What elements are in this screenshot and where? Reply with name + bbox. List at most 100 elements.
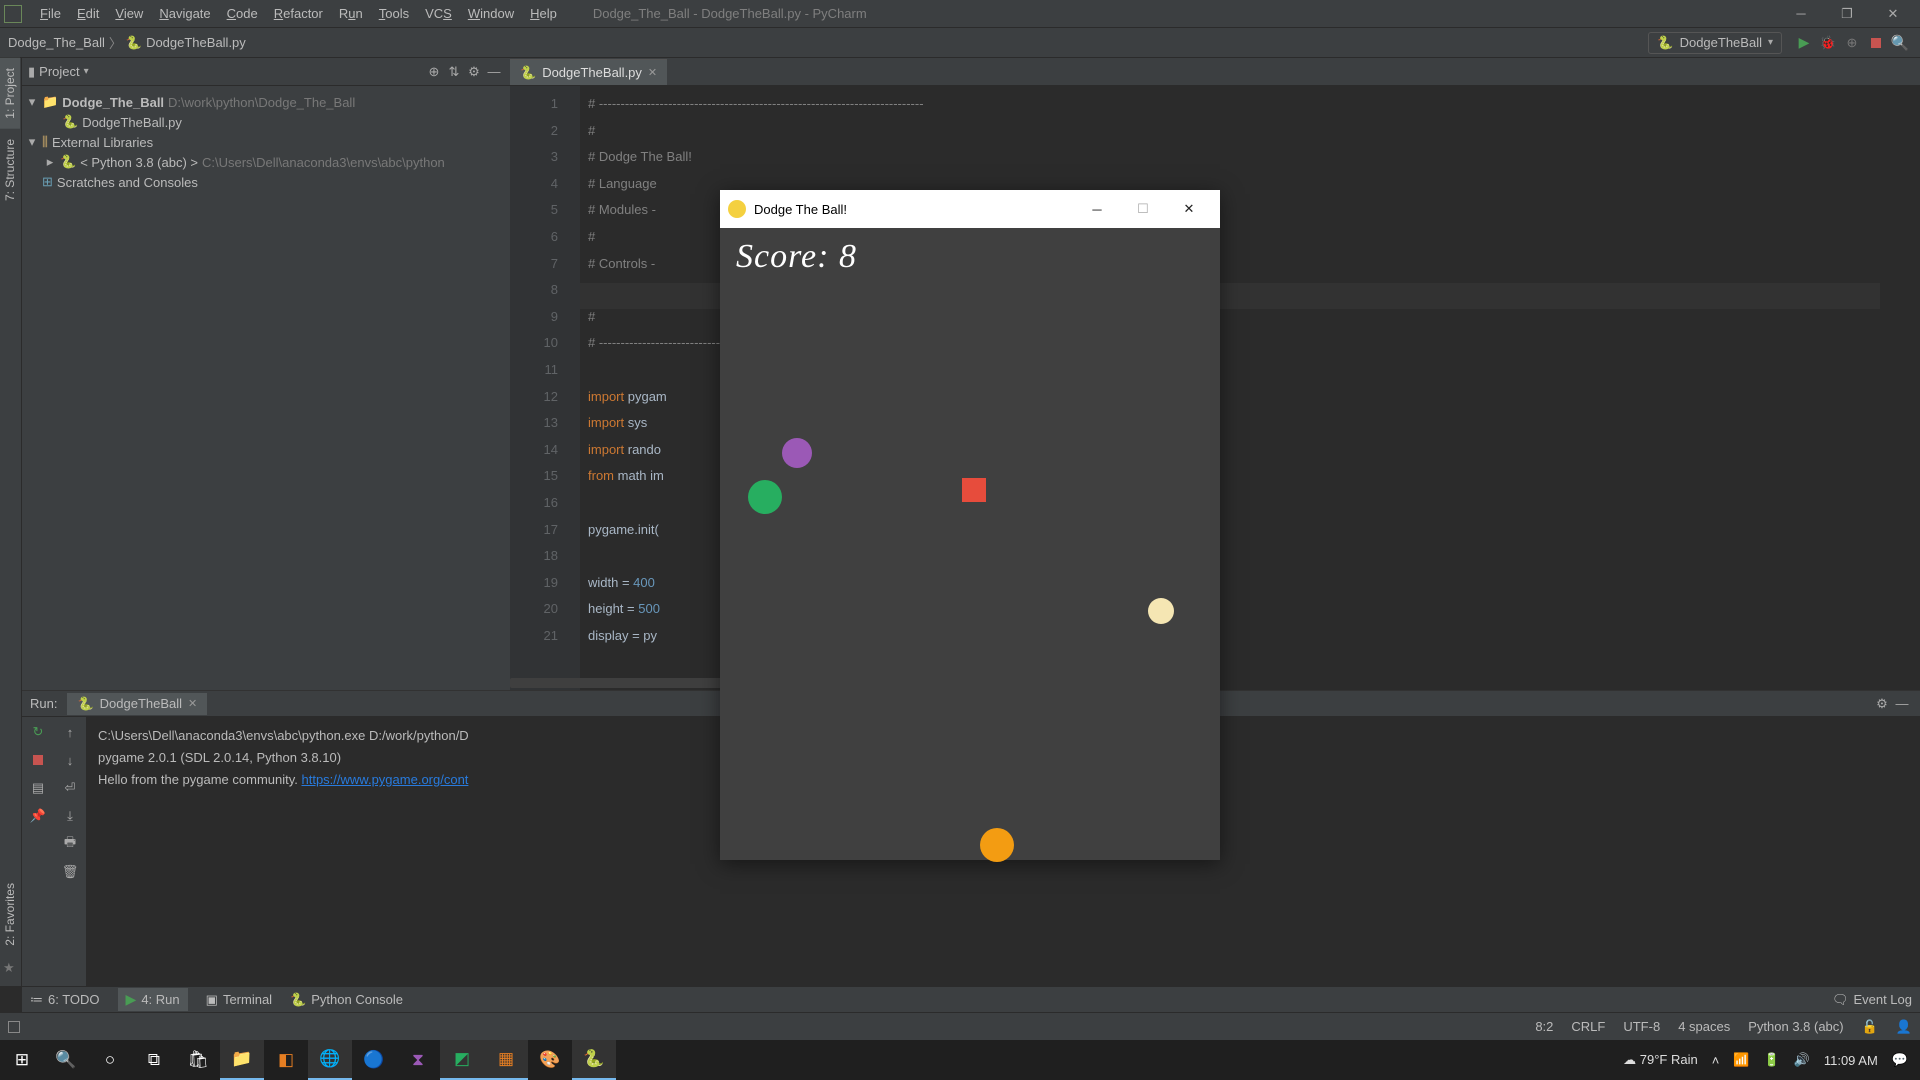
read-only-icon[interactable]: 🔓 [1862,1019,1878,1035]
scroll-to-end-icon[interactable]: ⤓ [61,807,79,825]
pygame-title-bar[interactable]: Dodge The Ball! ─ ☐ ✕ [720,190,1220,228]
menu-run[interactable]: Run [331,6,371,21]
project-panel-title[interactable]: Project [39,64,79,79]
tool-tab-favorites[interactable]: 2: Favorites [0,873,20,956]
chrome-icon[interactable]: 🌐 [308,1040,352,1080]
caret-position[interactable]: 8:2 [1535,1019,1553,1034]
soft-wrap-icon[interactable]: ⏎ [61,779,79,797]
app-icon[interactable]: ◧ [264,1040,308,1080]
task-view-icon[interactable]: ⧉ [132,1040,176,1080]
weather-widget[interactable]: ☁ 79°F Rain [1623,1052,1698,1068]
expand-all-icon[interactable]: ⇅ [444,62,464,82]
indent-setting[interactable]: 4 spaces [1678,1019,1730,1034]
debug-button[interactable]: 🐞 [1819,34,1837,52]
store-icon[interactable]: 🛍 [176,1040,220,1080]
close-icon[interactable]: ✕ [188,697,197,710]
tree-file[interactable]: 🐍 DodgeTheBall.py [26,112,506,132]
pygame-canvas[interactable]: Score: 8 [720,228,1220,860]
run-tab[interactable]: 🐍 DodgeTheBall ✕ [67,693,207,715]
menu-code[interactable]: Code [219,6,266,21]
app-icon-2[interactable]: 🎨 [528,1040,572,1080]
tree-python-env[interactable]: ▸ 🐍 < Python 3.8 (abc) > C:\Users\Dell\a… [26,152,506,172]
tab-terminal[interactable]: ▣Terminal [206,992,272,1008]
pygame-maximize-button[interactable]: ☐ [1120,190,1166,228]
stop-button[interactable] [1867,34,1885,52]
interpreter[interactable]: Python 3.8 (abc) [1748,1019,1843,1034]
line-separator[interactable]: CRLF [1571,1019,1605,1034]
tab-todo[interactable]: ≔6: TODO [30,992,100,1008]
run-with-coverage-button[interactable]: ⊕ [1843,34,1861,52]
settings-icon[interactable]: ⚙ [1872,694,1892,714]
chevron-down-icon[interactable]: ▾ [26,134,38,150]
visual-studio-icon[interactable]: ⧗ [396,1040,440,1080]
close-icon[interactable]: ✕ [648,66,657,79]
settings-icon[interactable]: ⚙ [464,62,484,82]
tray-chevron-icon[interactable]: ˄ [1712,1053,1720,1068]
menu-refactor[interactable]: Refactor [266,6,331,21]
hide-icon[interactable]: — [1892,694,1912,714]
locate-icon[interactable]: ⊕ [424,62,444,82]
menu-help[interactable]: Help [522,6,565,21]
start-button[interactable]: ⊞ [0,1040,44,1080]
hide-icon[interactable]: — [484,62,504,82]
tab-run[interactable]: ▶4: Run [118,988,188,1011]
tools-menu-icon[interactable] [8,1021,20,1033]
tab-event-log[interactable]: 🗨Event Log [1832,992,1912,1008]
window-maximize-button[interactable]: ❐ [1824,0,1870,28]
volume-icon[interactable]: 🔊 [1794,1052,1810,1068]
stop-button[interactable] [29,751,47,769]
editor-gutter[interactable]: 123456789101112131415161718192021 [510,86,566,690]
tool-tab-project[interactable]: 1: Project [0,58,20,129]
menu-tools[interactable]: Tools [371,6,417,21]
pygame-task-icon[interactable]: 🐍 [572,1040,616,1080]
run-configuration-selector[interactable]: 🐍 DodgeTheBall ▾ [1648,32,1782,54]
crumb-project[interactable]: Dodge_The_Ball [8,35,105,50]
chevron-down-icon[interactable]: ▾ [26,94,38,110]
system-tray[interactable]: ☁ 79°F Rain ˄ 📶 🔋 🔊 11:09 AM 💬 [1611,1052,1920,1068]
menu-view[interactable]: View [107,6,151,21]
menu-edit[interactable]: Edit [69,6,107,21]
crumb-file[interactable]: DodgeTheBall.py [146,35,246,50]
trash-icon[interactable]: 🗑 [61,863,79,881]
tab-python-console[interactable]: 🐍Python Console [290,992,403,1008]
notifications-icon[interactable]: 💬 [1892,1052,1908,1068]
battery-icon[interactable]: 🔋 [1763,1052,1779,1068]
chevron-right-icon[interactable]: ▸ [44,154,56,170]
pygame-window[interactable]: Dodge The Ball! ─ ☐ ✕ Score: 8 [720,190,1220,860]
inspection-icon[interactable]: 👤 [1896,1019,1912,1035]
tree-root[interactable]: ▾ 📁 Dodge_The_Ball D:\work\python\Dodge_… [26,92,506,112]
explorer-icon[interactable]: 📁 [220,1040,264,1080]
file-encoding[interactable]: UTF-8 [1623,1019,1660,1034]
layout-icon[interactable]: ▤ [29,779,47,797]
pin-icon[interactable]: 📌 [29,807,47,825]
pygame-close-button[interactable]: ✕ [1166,190,1212,228]
wifi-icon[interactable]: 📶 [1733,1052,1749,1068]
menu-navigate[interactable]: Navigate [151,6,218,21]
pycharm-icon[interactable]: ◩ [440,1040,484,1080]
clock[interactable]: 11:09 AM [1824,1053,1878,1068]
cortana-icon[interactable]: ○ [88,1040,132,1080]
fold-strip[interactable] [566,86,580,690]
window-minimize-button[interactable]: ─ [1778,0,1824,28]
edge-icon[interactable]: 🔵 [352,1040,396,1080]
search-button[interactable]: 🔍 [44,1040,88,1080]
editor-tab-active[interactable]: 🐍 DodgeTheBall.py ✕ [510,59,667,85]
pygame-minimize-button[interactable]: ─ [1074,190,1120,228]
print-icon[interactable]: 🖶 [61,835,79,853]
chevron-down-icon[interactable]: ▾ [84,66,89,77]
tree-external-libs[interactable]: ▾ ⫼ External Libraries [26,132,506,152]
windows-taskbar[interactable]: ⊞ 🔍 ○ ⧉ 🛍 📁 ◧ 🌐 🔵 ⧗ ◩ ▦ 🎨 🐍 ☁ 79°F Rain … [0,1040,1920,1080]
menu-window[interactable]: Window [460,6,522,21]
run-button[interactable]: ▶ [1795,34,1813,52]
up-icon[interactable]: ↑ [61,723,79,741]
menu-file[interactable]: File [32,6,69,21]
menu-vcs[interactable]: VCS [417,6,460,21]
tool-tab-structure[interactable]: 7: Structure [0,129,20,211]
sublime-icon[interactable]: ▦ [484,1040,528,1080]
rerun-button[interactable]: ↻ [29,723,47,741]
breadcrumb[interactable]: Dodge_The_Ball 〉 🐍 DodgeTheBall.py [8,33,246,52]
search-everywhere-button[interactable]: 🔍 [1891,34,1909,52]
down-icon[interactable]: ↓ [61,751,79,769]
window-close-button[interactable]: ✕ [1870,0,1916,28]
tree-scratches[interactable]: ⊞ Scratches and Consoles [26,172,506,192]
